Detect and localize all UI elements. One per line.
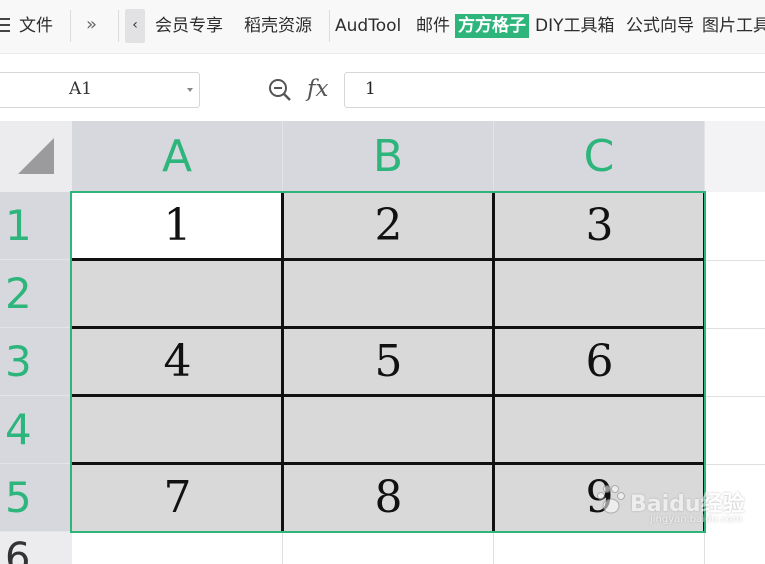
menu-ffgz[interactable]: 方方格子	[455, 14, 529, 38]
gridline	[282, 533, 283, 564]
zoom-out-icon[interactable]	[268, 78, 292, 102]
menu-divider	[118, 10, 119, 42]
menu-diy-toolbox[interactable]: DIY工具箱	[535, 14, 615, 38]
formula-value: 1	[365, 79, 376, 99]
menu-bar: 文件 » ‹ 会员专享 稻壳资源 AudTool 邮件 方方格子 DIY工具箱 …	[0, 0, 765, 54]
baidu-watermark: Baidu经验 jingyan.baidu.com	[592, 480, 745, 540]
watermark-url: jingyan.baidu.com	[650, 514, 743, 525]
menu-formula-wizard[interactable]: 公式向导	[626, 14, 694, 38]
menu-member[interactable]: 会员专享	[155, 14, 223, 38]
cell-reference: A1	[69, 79, 93, 99]
gridline	[705, 328, 765, 329]
row-header-5[interactable]: 5	[0, 464, 72, 532]
menu-icon[interactable]	[0, 18, 10, 32]
row-header-3[interactable]: 3	[0, 328, 72, 396]
gridline	[705, 464, 765, 465]
menu-file[interactable]: 文件	[19, 14, 53, 38]
gridline	[705, 396, 765, 397]
fx-icon[interactable]: fx	[307, 76, 328, 102]
column-header-c[interactable]: C	[494, 121, 705, 192]
menu-mail[interactable]: 邮件	[416, 14, 450, 38]
menu-docer[interactable]: 稻壳资源	[244, 14, 312, 38]
column-header-d[interactable]	[705, 121, 765, 192]
row-header-4[interactable]: 4	[0, 396, 72, 464]
dropdown-caret-icon[interactable]	[187, 88, 193, 92]
menu-audtool[interactable]: AudTool	[335, 14, 401, 38]
scroll-left-button[interactable]: ‹	[125, 9, 145, 43]
select-all-triangle-icon	[18, 138, 54, 174]
menu-divider	[329, 10, 330, 42]
paw-icon	[597, 485, 625, 514]
gridline	[705, 260, 765, 261]
menu-image-tools[interactable]: 图片工具	[702, 14, 765, 38]
row-header-2[interactable]: 2	[0, 260, 72, 328]
formula-input[interactable]: 1	[344, 72, 765, 108]
more-menus-icon[interactable]: »	[86, 14, 97, 35]
menu-divider	[70, 10, 71, 42]
row-header-6[interactable]: 6	[0, 532, 72, 564]
name-box[interactable]: A1	[0, 72, 200, 108]
gridline	[493, 533, 494, 564]
column-header-b[interactable]: B	[283, 121, 494, 192]
row-header-1[interactable]: 1	[0, 192, 72, 260]
column-header-a[interactable]: A	[72, 121, 283, 192]
